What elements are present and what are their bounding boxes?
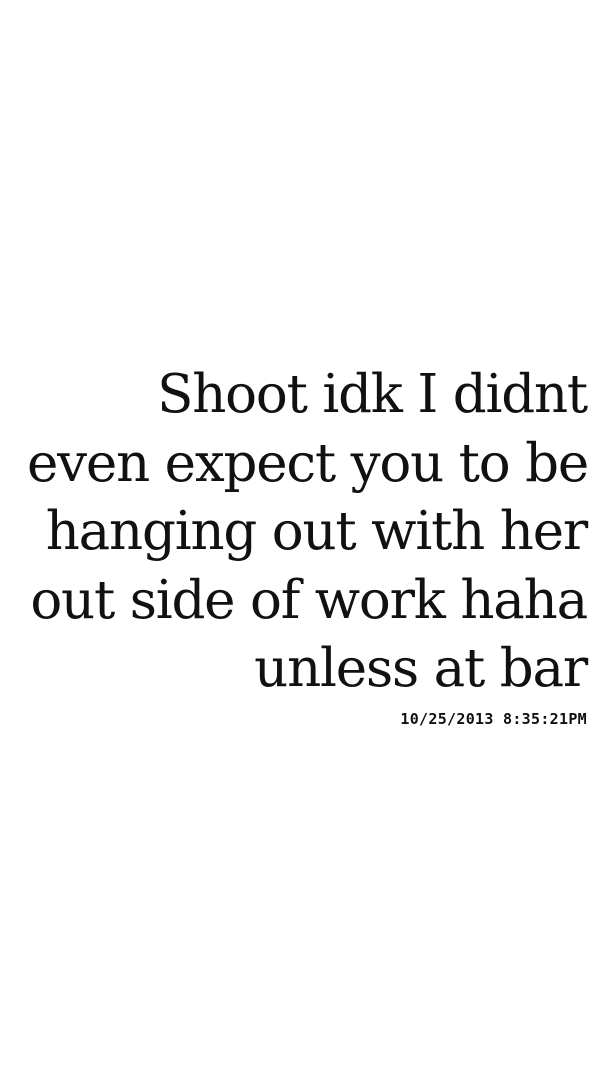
message-text-line-3: hanging out with her	[45, 501, 588, 562]
message-bubble: Shoot idk I didnt even expect you to be …	[27, 361, 589, 728]
message-timestamp: 10/25/2013 8:35:21PM	[400, 709, 587, 728]
message-text-line-4: out side of work haha	[30, 569, 588, 631]
message-text-line-5: unless at bar	[254, 638, 588, 699]
message-text-line-1: Shoot idk I didnt	[157, 364, 588, 425]
message-text-line-2: even expect you to be	[27, 432, 589, 494]
